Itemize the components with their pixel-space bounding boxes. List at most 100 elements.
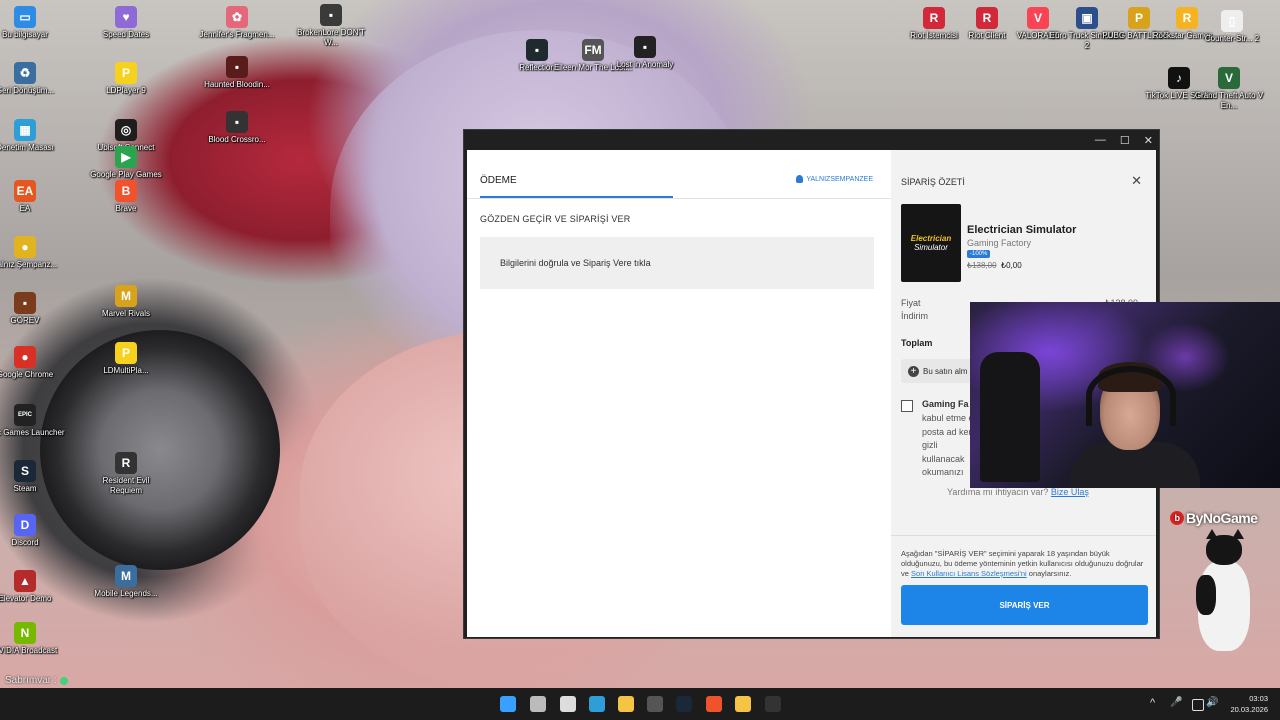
minimize-icon[interactable]: — (1095, 134, 1106, 146)
desktop-icon[interactable]: ▯ Counter-Str... 2 (1192, 10, 1272, 44)
desktop-icon-label: Denetim Masası (0, 143, 54, 152)
cam-headset (1086, 366, 1176, 426)
place-order-button[interactable]: SİPARİŞ VER (901, 585, 1148, 625)
app-icon: V (1027, 7, 1049, 29)
obs-icon[interactable] (647, 696, 663, 712)
desktop-icon[interactable]: ▪ Haunted Bloodin... (197, 56, 277, 90)
desktop-icon[interactable]: R Resident Evil Requiem (86, 452, 166, 496)
desktop-icon[interactable]: V Grand Theft Auto V En... (1189, 67, 1269, 111)
desktop-icon[interactable]: EA EA (0, 180, 65, 214)
desktop-icon[interactable]: S Steam (0, 460, 65, 494)
app-2-icon[interactable] (589, 696, 605, 712)
app-icon: ♪ (1168, 67, 1190, 89)
file-explorer-icon[interactable] (618, 696, 634, 712)
desktop-icon[interactable]: ▪ GÖREV (0, 292, 65, 326)
consent-checkbox[interactable] (901, 400, 913, 412)
game-developer: Gaming Factory (967, 238, 1032, 248)
desktop-icon-label: Blood Crossro... (208, 135, 266, 144)
checkout-header: ÖDEME YALNIZSEMPANZEE (467, 150, 891, 199)
maximize-icon[interactable]: ☐ (1120, 134, 1130, 147)
app-icon: ▶ (115, 146, 137, 168)
status-dot-icon (59, 676, 68, 685)
app-icon: ▪ (226, 111, 248, 133)
close-icon[interactable]: ✕ (1144, 134, 1153, 147)
app-icon: ▲ (14, 570, 36, 592)
microphone-icon[interactable]: 🎤 (1170, 697, 1182, 708)
sponsor-logo: b ByNoGame (1170, 510, 1258, 526)
steam-icon[interactable] (676, 696, 692, 712)
desktop-icon-label: LDMultiPla... (103, 366, 149, 375)
checkout-panel: ÖDEME YALNIZSEMPANZEE GÖZDEN GEÇİR VE Sİ… (467, 150, 891, 637)
desktop-icon[interactable]: D Discord (0, 514, 65, 548)
app-icon: ▯ (1221, 10, 1243, 32)
app-icon: ▪ (320, 4, 342, 26)
desktop-icon[interactable]: B Brave (86, 180, 166, 214)
cat-head (1206, 535, 1242, 565)
review-title: GÖZDEN GEÇİR VE SİPARİŞİ VER (480, 214, 631, 224)
app-1-icon[interactable] (560, 696, 576, 712)
brave-icon[interactable] (706, 696, 722, 712)
desktop-icon[interactable]: ▪ BrokenLore DON'T W... (291, 4, 371, 48)
desktop-icon-label: BrokenLore DON'T W... (297, 28, 365, 47)
desktop-icon-label: Speed Dates (102, 30, 150, 39)
help-text: Yardıma mı ihtiyacın var? (947, 487, 1049, 497)
eula-link[interactable]: Son Kullanıcı Lisans Sözleşmesi'ni (911, 569, 1027, 578)
desktop-icon[interactable]: ● Yalnız Şempanz... (0, 236, 65, 270)
desktop-icon[interactable]: P LDPlayer 9 (86, 62, 166, 96)
sale-price: ₺0,00 (1001, 261, 1022, 270)
desktop-icon-label: Google Play Games (90, 170, 162, 179)
tab-payment[interactable]: ÖDEME (480, 175, 517, 186)
cover-title-line1: Electrician (910, 234, 952, 243)
desktop-icon-label: Grand Theft Auto V En... (1194, 91, 1264, 110)
desktop-icon-label: Elevator Demo (0, 594, 52, 603)
desktop-icon-label: Haunted Bloodin... (204, 80, 270, 89)
close-summary-icon[interactable]: ✕ (1131, 173, 1142, 189)
desktop-icon[interactable]: M Mobile Legends... (86, 565, 166, 599)
app-icon: ▪ (526, 39, 548, 61)
desktop-icon[interactable]: P LDMultiPla... (86, 342, 166, 376)
game-cover: Electrician Simulator (901, 204, 961, 282)
desktop-icon-label: Bu bilgisayar (2, 30, 48, 39)
clock-time: 03:03 (1249, 694, 1268, 703)
user-account[interactable]: YALNIZSEMPANZEE (796, 175, 873, 183)
desktop-icon[interactable]: ♥ Speed Dates (86, 6, 166, 40)
review-info-box: Bilgilerini doğrula ve Sipariş Vere tıkl… (480, 237, 874, 289)
display-icon[interactable] (1192, 699, 1204, 711)
desktop-icon[interactable]: ♻ Geri Dönüşüm... (0, 62, 65, 96)
windows-start-icon[interactable] (500, 696, 516, 712)
contact-link[interactable]: Bize Ulaş (1051, 487, 1089, 497)
desktop-icon[interactable]: ▦ Denetim Masası (0, 119, 65, 153)
desktop-icon-label: Lost in Anomaly (616, 60, 674, 69)
tray-chevron-icon[interactable]: ^ (1150, 697, 1155, 709)
app-icon: EPIC (14, 404, 36, 426)
task-view-icon[interactable] (530, 696, 546, 712)
app-icon: N (14, 622, 36, 644)
app-icon: ● (14, 346, 36, 368)
desktop-icon[interactable]: ▭ Bu bilgisayar (0, 6, 65, 40)
desktop-icon[interactable]: N NVIDIA Broadcast (0, 622, 65, 656)
desktop-icon-label: Mobile Legends... (94, 589, 158, 598)
desktop-icon[interactable]: ▶ Google Play Games (86, 146, 166, 180)
cover-title-line2: Simulator (914, 243, 948, 252)
legal-notice: Aşağıdan "SİPARİŞ VER" seçimini yaparak … (901, 549, 1149, 579)
app-icon: ▪ (634, 36, 656, 58)
desktop-icon[interactable]: M Marvel Rivals (86, 285, 166, 319)
desktop-icon[interactable]: ● Google Chrome (0, 346, 65, 380)
media-icon[interactable] (735, 696, 751, 712)
app-icon: ♥ (115, 6, 137, 28)
volume-icon[interactable]: 🔊 (1206, 697, 1218, 708)
desktop-icon[interactable]: EPIC Epic Games Launcher (0, 404, 65, 438)
desktop-icon[interactable]: ▲ Elevator Demo (0, 570, 65, 604)
app-icon: R (115, 452, 137, 474)
desktop-icon[interactable]: ✿ Jennifer's Fragmen... (197, 6, 277, 40)
status-text: Sabrımvar : (5, 675, 57, 686)
desktop-icon[interactable]: ▪ Blood Crossro... (197, 111, 277, 145)
desktop-icon-label: Brave (115, 204, 137, 213)
legal-suffix: onaylarsınız. (1028, 569, 1072, 578)
desktop-icon-label: Epic Games Launcher (0, 428, 65, 437)
system-clock[interactable]: 03:03 20.03.2026 (1230, 693, 1268, 715)
desktop-icon-label: Resident Evil Requiem (102, 476, 150, 495)
epic-icon[interactable] (765, 696, 781, 712)
desktop-icon-label: Steam (13, 484, 37, 493)
desktop-icon[interactable]: ▪ Lost in Anomaly (605, 36, 685, 70)
